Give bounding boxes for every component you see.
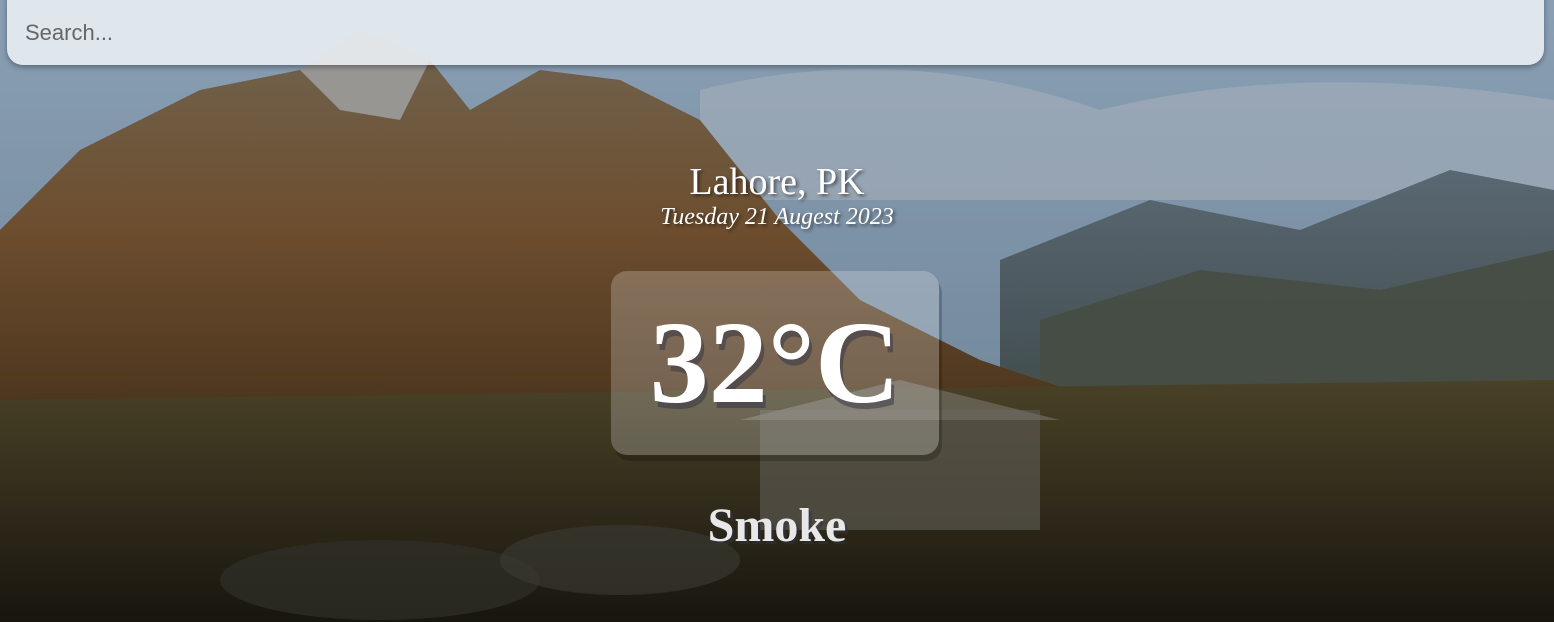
current-date: Tuesday 21 Augest 2023: [660, 204, 894, 230]
temperature-box: 32°C: [611, 271, 939, 455]
temperature-value: 32°C: [649, 297, 901, 428]
weather-condition: Smoke: [707, 499, 847, 552]
search-input[interactable]: [7, 0, 1544, 65]
location-name: Lahore, PK: [689, 161, 865, 203]
